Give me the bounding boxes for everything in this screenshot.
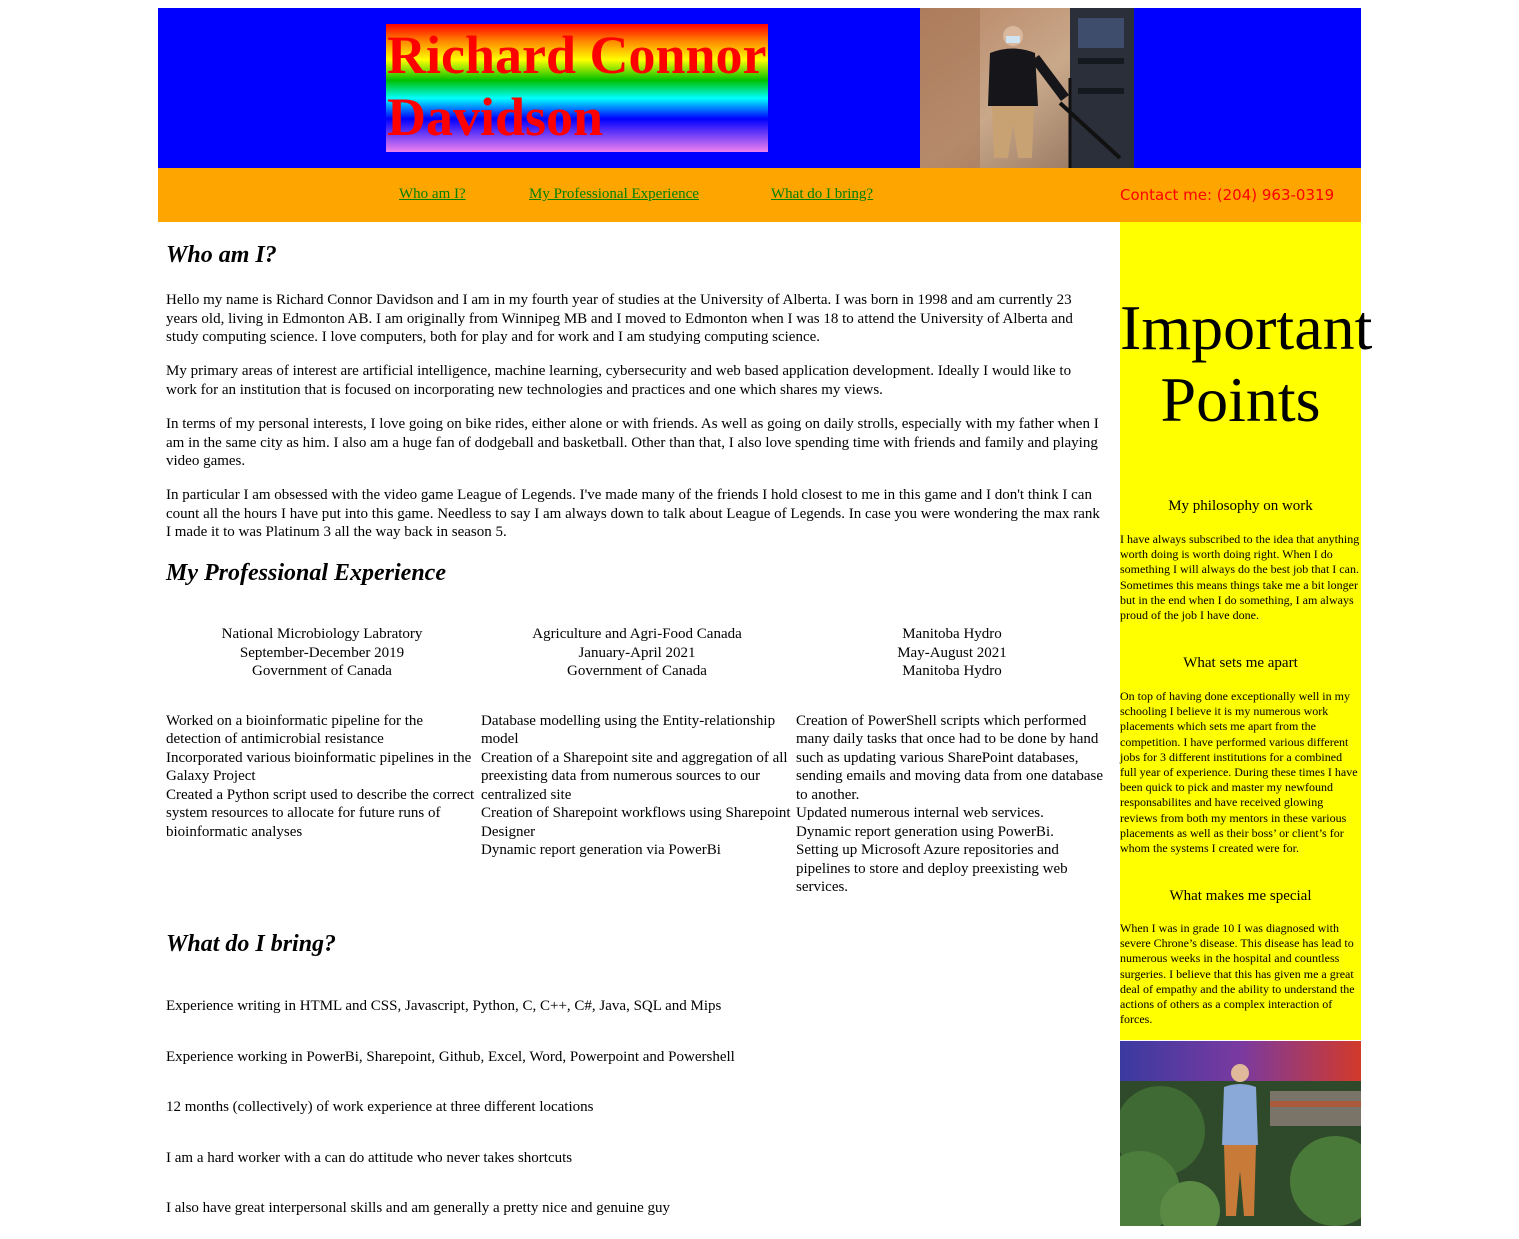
nav-bar: Who am I? My Professional Experience Wha… [158, 168, 1361, 222]
job-header: National Microbiology Labratory Septembe… [166, 625, 478, 681]
bring-item: 12 months (collectively) of work experie… [166, 1099, 594, 1115]
site-title-line-1: Richard Connor [387, 25, 767, 85]
job-task-list: Creation of PowerShell scripts which per… [796, 712, 1108, 897]
job-card: Manitoba Hydro May-August 2021 Manitoba … [796, 625, 1108, 897]
sidebar-section-heading: What sets me apart [1183, 655, 1298, 671]
job-org: Agriculture and Agri-Food Canada [532, 626, 742, 642]
job-task: Dynamic report generation using PowerBi. [796, 823, 1054, 840]
who-paragraph-4: In particular I am obsessed with the vid… [166, 487, 1100, 540]
header-photo [920, 8, 1134, 168]
job-dates: May-August 2021 [897, 644, 1007, 661]
job-employer: Government of Canada [252, 663, 392, 679]
sidebar-photo [1120, 1041, 1361, 1226]
sidebar-title-line-2: Points [1160, 364, 1321, 435]
job-employer: Manitoba Hydro [902, 663, 1002, 679]
job-task: Updated numerous internal web services. [796, 805, 1044, 821]
contact-phone: Contact me: (204) 963-0319 [1120, 186, 1335, 204]
job-employer: Government of Canada [567, 663, 707, 679]
nav-link-professional-experience[interactable]: My Professional Experience [529, 186, 699, 203]
job-dates: September-December 2019 [239, 644, 405, 661]
who-paragraph-1: Hello my name is Richard Connor Davidson… [166, 292, 1073, 345]
site-title: Richard Connor Davidson [386, 24, 768, 148]
header: Richard Connor Davidson [158, 8, 1361, 168]
job-task: Database modelling using the Entity-rela… [481, 712, 776, 748]
nav-link-what-do-i-bring[interactable]: What do I bring? [771, 186, 873, 203]
sidebar-section-text: On top of having done exceptionally well… [1120, 689, 1358, 856]
sidebar-title-line-1: Important [1120, 292, 1373, 363]
job-task-list: Worked on a bioinformatic pipeline for t… [166, 712, 478, 842]
bring-item: Experience working in PowerBi, Sharepoin… [166, 1049, 735, 1065]
bring-item: Experience writing in HTML and CSS, Java… [166, 998, 722, 1014]
job-task: Creation of Sharepoint workflows using S… [481, 805, 791, 840]
job-org: Manitoba Hydro [902, 626, 1002, 642]
who-paragraph-3: In terms of my personal interests, I lov… [166, 416, 1099, 469]
who-paragraph-2: My primary areas of interest are artific… [166, 363, 1072, 398]
bring-heading: What do I bring? [166, 931, 337, 957]
job-org: National Microbiology Labratory [221, 626, 423, 642]
title-banner: Richard Connor Davidson [386, 24, 768, 152]
job-task-list: Database modelling using the Entity-rela… [481, 712, 793, 860]
job-header: Manitoba Hydro May-August 2021 Manitoba … [796, 625, 1108, 681]
job-dates: January-April 2021 [578, 644, 696, 661]
job-task: Incorporated various bioinformatic pipel… [166, 749, 472, 785]
job-task: Dynamic report generation via PowerBi [481, 842, 721, 858]
sidebar-title: Important Points [1120, 292, 1372, 436]
sidebar-section-heading: My philosophy on work [1168, 498, 1313, 514]
job-task: Worked on a bioinformatic pipeline for t… [166, 712, 424, 748]
job-header: Agriculture and Agri-Food Canada January… [481, 625, 793, 681]
sidebar-section-text: When I was in grade 10 I was diagnosed w… [1120, 921, 1355, 1027]
nav-link-who-am-i[interactable]: Who am I? [399, 186, 466, 203]
job-task: Setting up Microsoft Azure repositories … [796, 842, 1068, 895]
sidebar-section-text: I have always subscribed to the idea tha… [1120, 532, 1360, 623]
sidebar-important-points: Important Points My philosophy on work I… [1120, 222, 1372, 1040]
job-task: Creation of PowerShell scripts which per… [796, 712, 1103, 803]
sidebar-section-heading: What makes me special [1169, 888, 1312, 904]
bring-item: I also have great interpersonal skills a… [166, 1200, 670, 1216]
site-title-line-2: Davidson [387, 87, 604, 147]
experience-heading: My Professional Experience [166, 560, 446, 586]
job-card: Agriculture and Agri-Food Canada January… [481, 625, 793, 860]
job-card: National Microbiology Labratory Septembe… [166, 625, 478, 841]
bring-item: I am a hard worker with a can do attitud… [166, 1150, 573, 1166]
job-task: Created a Python script used to describe… [166, 786, 475, 840]
job-task: Creation of a Sharepoint site and aggreg… [481, 749, 788, 803]
who-heading: Who am I? [166, 242, 277, 268]
